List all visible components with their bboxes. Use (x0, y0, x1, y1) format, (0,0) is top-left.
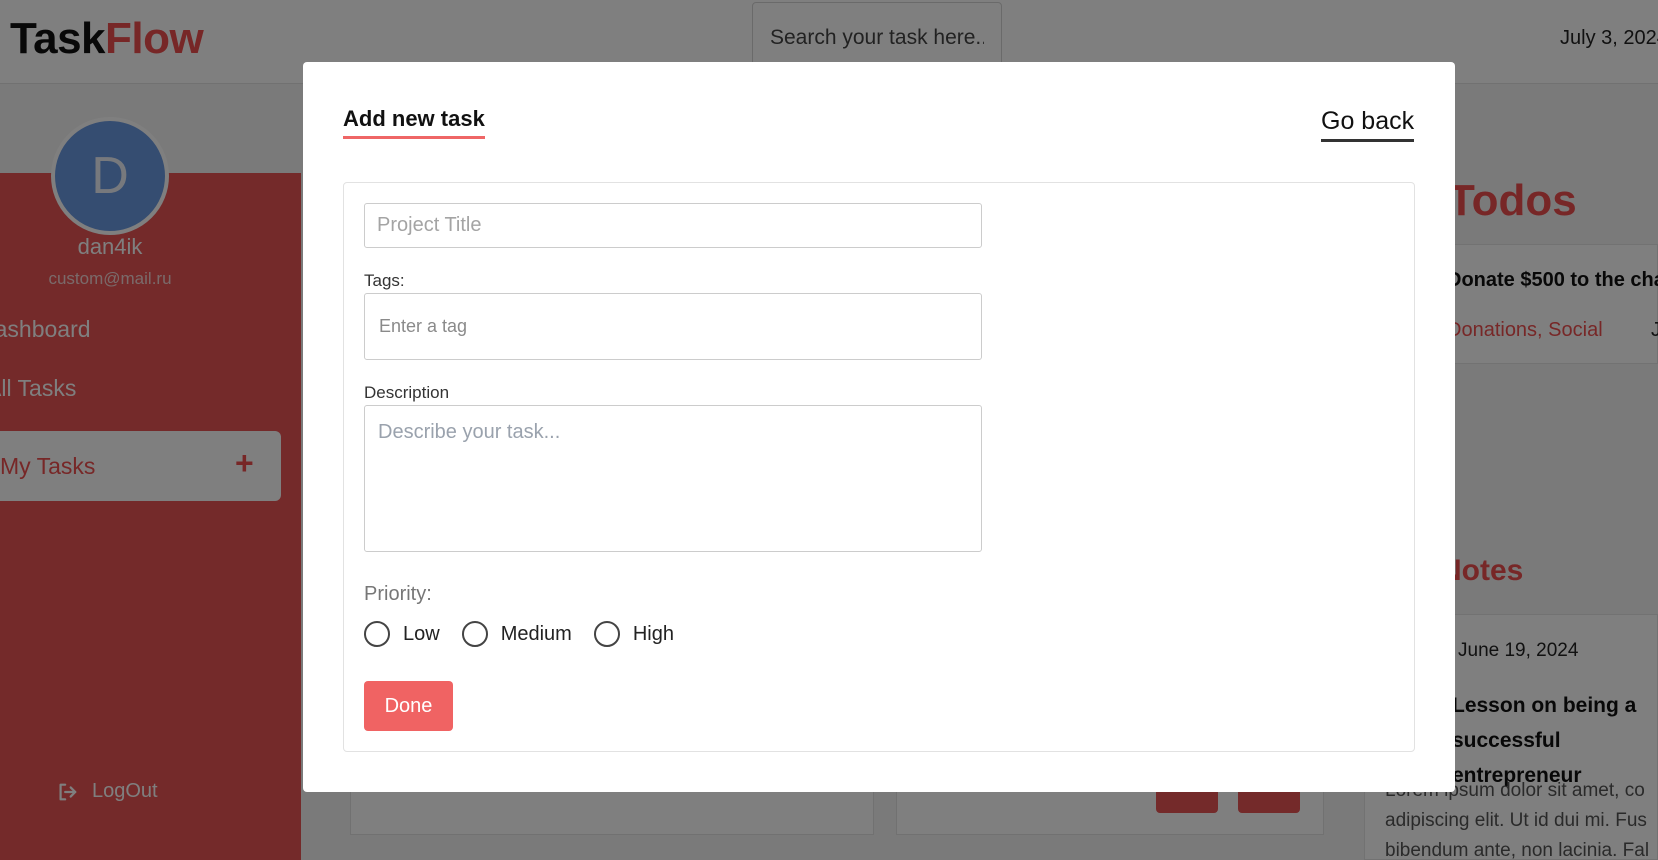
radio-label: Medium (500, 622, 572, 645)
tags-label: Tags: (364, 271, 405, 290)
radio-circle[interactable] (461, 621, 488, 647)
tags-input[interactable] (364, 293, 982, 360)
add-task-form: Tags: Description Priority: Low Medium H… (343, 182, 1415, 752)
go-back-button[interactable]: Go back (1321, 107, 1415, 142)
priority-radio-low[interactable]: Low (364, 621, 440, 647)
radio-label: Low (403, 622, 440, 645)
done-button[interactable]: Done (364, 681, 453, 731)
radio-circle[interactable] (593, 621, 620, 647)
add-task-modal: Add new task Go back Tags: Description P… (303, 62, 1455, 792)
priority-radio-high[interactable]: High (593, 621, 674, 647)
description-label: Description (364, 383, 450, 402)
project-title-input[interactable] (364, 203, 982, 248)
modal-title: Add new task (343, 106, 485, 139)
priority-radio-medium[interactable]: Medium (461, 621, 572, 647)
radio-circle[interactable] (364, 621, 390, 647)
description-textarea[interactable] (364, 405, 982, 552)
priority-radio-group: Low Medium High (364, 621, 696, 647)
radio-label: High (632, 622, 674, 645)
priority-label: Priority: (364, 583, 432, 605)
